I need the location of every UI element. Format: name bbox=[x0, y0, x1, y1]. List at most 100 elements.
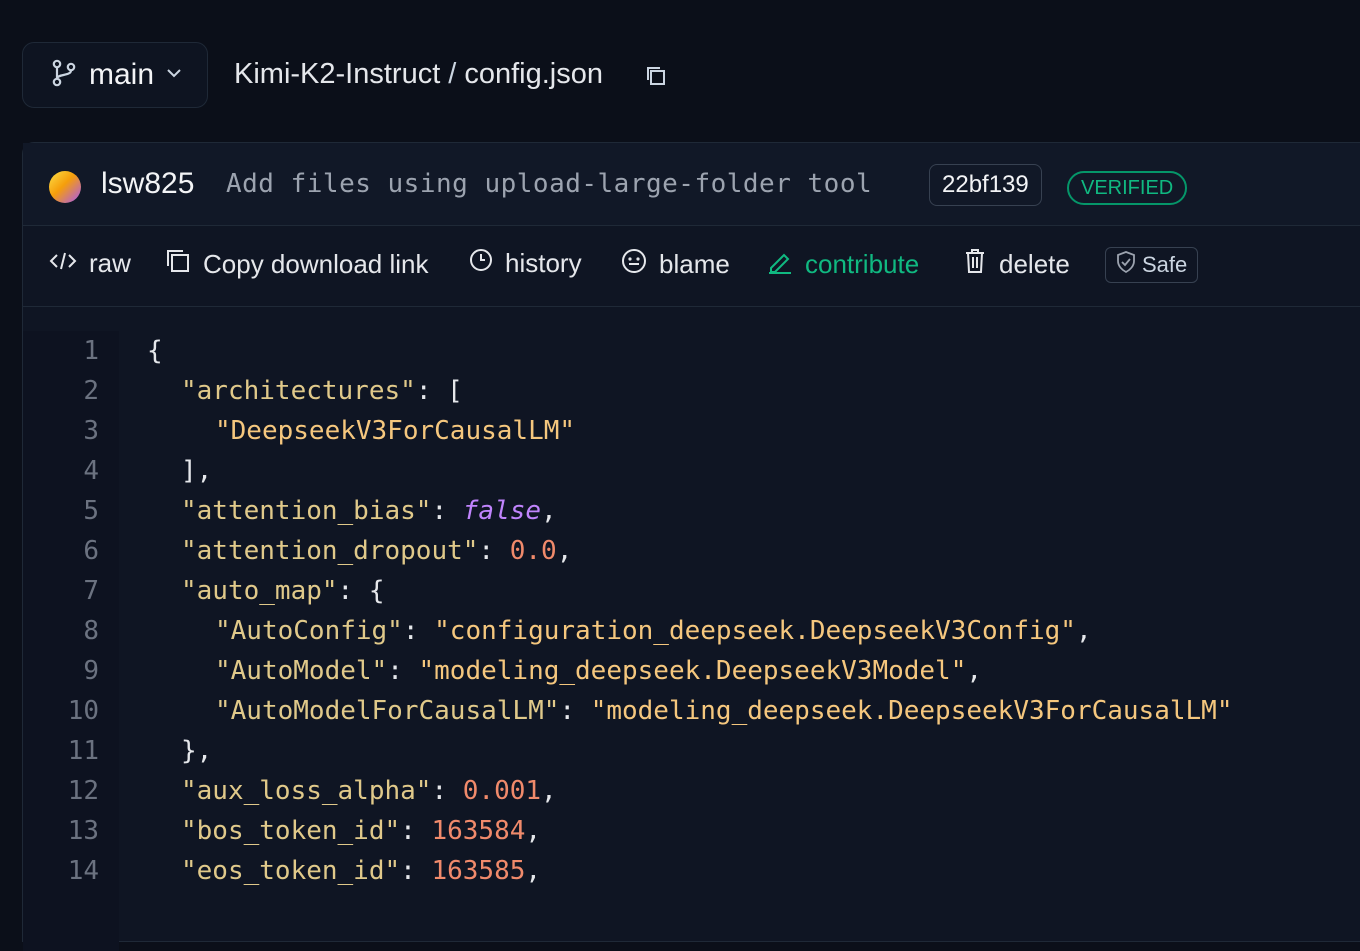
code-text: "auto_map": { bbox=[181, 571, 385, 611]
code-line: 10 "AutoModelForCausalLM": "modeling_deep… bbox=[23, 691, 1360, 731]
code-text: }, bbox=[181, 731, 212, 771]
code-text: ], bbox=[181, 451, 212, 491]
blame-label: blame bbox=[659, 249, 730, 279]
code-token: "modeling_deepseek.DeepseekV3ForCausalLM… bbox=[590, 696, 1233, 726]
code-line: 8 "AutoConfig": "configuration_deepseek.D… bbox=[23, 611, 1360, 651]
chevron-down-icon bbox=[166, 66, 182, 84]
line-number[interactable]: 9 bbox=[23, 651, 99, 691]
line-number[interactable]: 2 bbox=[23, 371, 99, 411]
code-text: "eos_token_id": 163585, bbox=[181, 851, 541, 891]
commit-hash[interactable]: 22bf139 bbox=[929, 164, 1042, 206]
code-token: : bbox=[478, 536, 510, 566]
file-name: config.json bbox=[464, 58, 603, 90]
code-line: 9 "AutoModel": "modeling_deepseek.Deepsee… bbox=[23, 651, 1360, 691]
history-button[interactable]: history bbox=[469, 248, 582, 279]
code-icon bbox=[49, 248, 77, 279]
blame-button[interactable]: blame bbox=[621, 248, 730, 281]
line-number[interactable]: 1 bbox=[23, 331, 99, 371]
code-view: 1{2 "architectures": [3 "DeepseekV3ForCaus… bbox=[23, 331, 1360, 951]
line-number[interactable]: 5 bbox=[23, 491, 99, 531]
code-line: 14 "eos_token_id": 163585, bbox=[23, 851, 1360, 891]
code-token: : { bbox=[337, 576, 385, 606]
code-line: 13 "bos_token_id": 163584, bbox=[23, 811, 1360, 851]
line-number[interactable]: 14 bbox=[23, 851, 99, 891]
code-text: "DeepseekV3ForCausalLM" bbox=[215, 411, 575, 451]
safe-label: Safe bbox=[1142, 252, 1188, 277]
code-token: "eos_token_id" bbox=[181, 856, 401, 886]
code-line: 3 "DeepseekV3ForCausalLM" bbox=[23, 411, 1360, 451]
line-number[interactable]: 11 bbox=[23, 731, 99, 771]
code-token: "auto_map" bbox=[181, 576, 338, 606]
code-line: 1{ bbox=[23, 331, 1360, 371]
branch-selector[interactable]: main bbox=[22, 42, 208, 108]
line-number[interactable]: 3 bbox=[23, 411, 99, 451]
history-label: history bbox=[505, 248, 582, 278]
code-token: "AutoModelForCausalLM" bbox=[215, 696, 560, 726]
code-token: : bbox=[559, 696, 591, 726]
line-number[interactable]: 8 bbox=[23, 611, 99, 651]
copy-icon[interactable] bbox=[644, 64, 668, 93]
code-text: { bbox=[147, 331, 163, 371]
code-text: "attention_bias": false, bbox=[181, 491, 557, 531]
line-number[interactable]: 13 bbox=[23, 811, 99, 851]
line-number[interactable]: 7 bbox=[23, 571, 99, 611]
code-token: : bbox=[431, 776, 463, 806]
code-token: "architectures" bbox=[181, 376, 416, 406]
code-text: "aux_loss_alpha": 0.001, bbox=[181, 771, 557, 811]
commit-message[interactable]: Add files using upload-large-folder tool bbox=[226, 169, 872, 199]
verified-badge: VERIFIED bbox=[1067, 171, 1188, 205]
safe-badge[interactable]: Safe bbox=[1105, 247, 1199, 283]
commit-info-row: lsw825 Add files using upload-large-fold… bbox=[23, 143, 1360, 226]
line-number[interactable]: 10 bbox=[23, 691, 99, 731]
line-number[interactable]: 12 bbox=[23, 771, 99, 811]
code-token: "AutoConfig" bbox=[215, 616, 403, 646]
code-token: 163585 bbox=[431, 856, 526, 886]
code-token: : [ bbox=[415, 376, 463, 406]
code-line: 6 "attention_dropout": 0.0, bbox=[23, 531, 1360, 571]
contribute-button[interactable]: contribute bbox=[767, 248, 919, 281]
code-token: }, bbox=[181, 736, 213, 766]
copy-icon bbox=[165, 248, 191, 281]
path-separator: / bbox=[448, 58, 457, 90]
copy-download-link-button[interactable]: Copy download link bbox=[165, 248, 428, 281]
contribute-label: contribute bbox=[805, 249, 920, 279]
code-text: "architectures": [ bbox=[181, 371, 463, 411]
code-token: , bbox=[541, 776, 557, 806]
code-token: : bbox=[402, 616, 435, 646]
code-token: , bbox=[541, 496, 557, 526]
code-token: "configuration_deepseek.DeepseekV3Config… bbox=[434, 616, 1076, 646]
raw-button[interactable]: raw bbox=[49, 248, 131, 279]
code-token: , bbox=[556, 536, 573, 566]
code-token: : bbox=[431, 496, 463, 526]
file-viewer-panel: lsw825 Add files using upload-large-fold… bbox=[22, 142, 1360, 951]
shield-check-icon bbox=[1116, 251, 1136, 279]
delete-button[interactable]: delete bbox=[963, 248, 1070, 281]
delete-label: delete bbox=[999, 249, 1070, 279]
code-token: "DeepseekV3ForCausalLM" bbox=[215, 416, 576, 446]
code-token: "AutoModel" bbox=[215, 656, 388, 686]
commit-author[interactable]: lsw825 bbox=[101, 167, 194, 201]
code-text: "AutoConfig": "configuration_deepseek.De… bbox=[215, 611, 1092, 651]
code-line: 11}, bbox=[23, 731, 1360, 771]
code-token: 0.0 bbox=[509, 536, 557, 566]
code-token: : bbox=[400, 816, 432, 846]
code-line: 5 "attention_bias": false, bbox=[23, 491, 1360, 531]
code-token: "attention_bias" bbox=[181, 496, 432, 526]
code-line: 4], bbox=[23, 451, 1360, 491]
code-token: "attention_dropout" bbox=[181, 536, 479, 566]
code-token: , bbox=[966, 656, 983, 686]
code-token: "aux_loss_alpha" bbox=[181, 776, 432, 806]
code-line: 2 "architectures": [ bbox=[23, 371, 1360, 411]
code-token: : bbox=[400, 856, 432, 886]
line-number[interactable]: 4 bbox=[23, 451, 99, 491]
code-token: ], bbox=[181, 456, 213, 486]
repo-name[interactable]: Kimi-K2-Instruct bbox=[234, 58, 440, 91]
code-line: 12 "aux_loss_alpha": 0.001, bbox=[23, 771, 1360, 811]
smiley-icon bbox=[621, 248, 647, 281]
code-line: 7 "auto_map": { bbox=[23, 571, 1360, 611]
clock-icon bbox=[469, 248, 493, 279]
avatar[interactable] bbox=[49, 171, 81, 203]
copy-download-link-label: Copy download link bbox=[203, 249, 429, 279]
line-number[interactable]: 6 bbox=[23, 531, 99, 571]
code-token: , bbox=[1075, 616, 1092, 646]
